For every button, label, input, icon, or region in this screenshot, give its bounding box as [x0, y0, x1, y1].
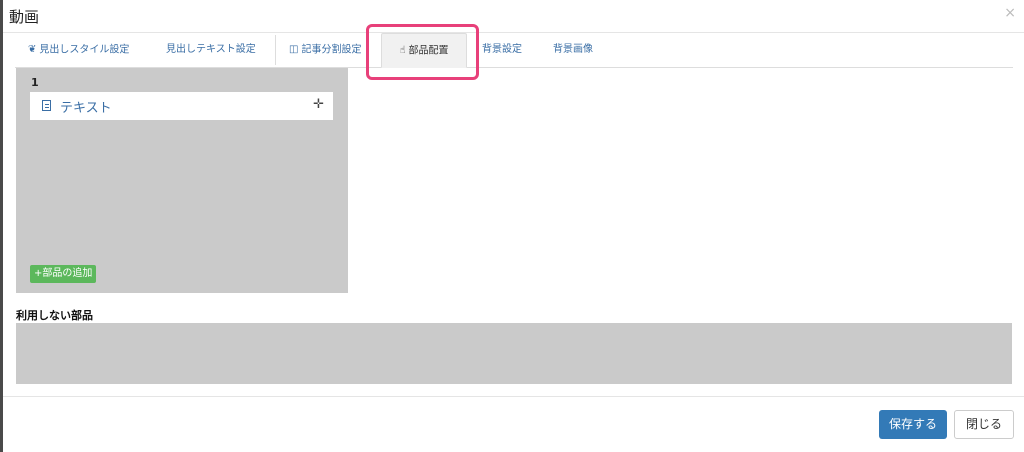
document-icon	[42, 100, 51, 111]
tab-label: 背景設定	[482, 44, 522, 55]
pointer-hand-icon: ☝	[399, 45, 406, 56]
tab-background-settings[interactable]: 背景設定	[482, 33, 522, 66]
layout-area: 1 テキスト ✛ +部品の追加	[16, 68, 348, 293]
close-icon[interactable]: ×	[1004, 5, 1016, 21]
area-number: 1	[31, 76, 39, 89]
unused-parts-title: 利用しない部品	[16, 309, 93, 322]
tab-heading-style[interactable]: ❦ 見出しスタイル設定	[28, 33, 129, 66]
footer-divider	[3, 396, 1024, 397]
modal-header: 動画 ×	[3, 0, 1024, 33]
columns-icon: ◫	[289, 44, 299, 55]
tab-article-split[interactable]: ◫ 記事分割設定	[289, 33, 361, 66]
save-button[interactable]: 保存する	[879, 410, 947, 439]
tab-label: 背景画像	[553, 44, 593, 55]
tab-background-image[interactable]: 背景画像	[553, 33, 593, 66]
modal-title: 動画	[9, 8, 40, 26]
part-label: テキスト	[60, 101, 112, 116]
tab-heading-text[interactable]: 見出しテキスト設定	[166, 33, 256, 66]
unused-parts-area	[16, 323, 1012, 384]
tab-parts-layout[interactable]: ☝ 部品配置	[381, 33, 467, 68]
move-icon[interactable]: ✛	[313, 97, 324, 112]
tab-bar: ❦ 見出しスタイル設定 見出しテキスト設定 ◫ 記事分割設定 ☝ 部品配置 背景設定 …	[15, 33, 1013, 68]
leaf-icon: ❦	[28, 44, 37, 55]
tab-label: 見出しテキスト設定	[166, 44, 256, 55]
add-part-button[interactable]: +部品の追加	[30, 265, 97, 283]
tab-label: 見出しスタイル設定	[39, 44, 130, 56]
tab-label: 記事分割設定	[301, 44, 362, 56]
close-button[interactable]: 閉じる	[954, 410, 1014, 439]
tab-divider	[275, 35, 276, 65]
left-edge	[0, 0, 3, 452]
tab-label: 部品配置	[408, 45, 449, 57]
part-item[interactable]: テキスト ✛	[30, 92, 333, 120]
